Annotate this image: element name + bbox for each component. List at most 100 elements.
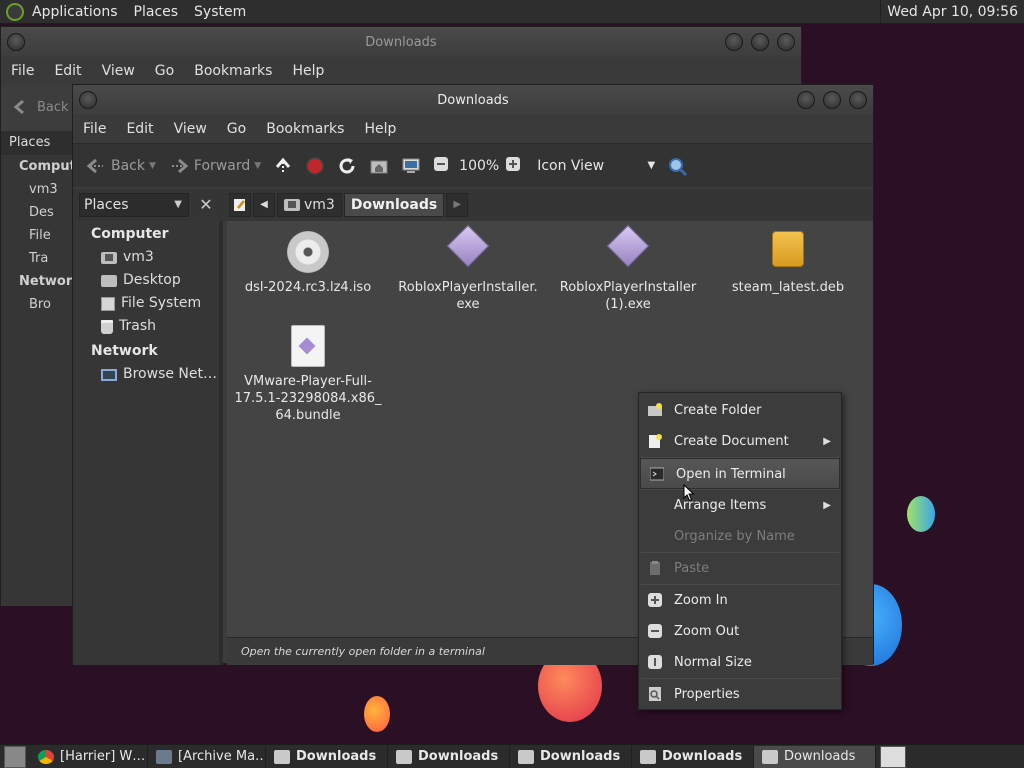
menu-item-zoom-out[interactable]: Zoom Out: [639, 616, 841, 647]
breadcrumb-left-arrow[interactable]: ◀: [253, 193, 275, 217]
window-title: Downloads: [365, 34, 437, 50]
maximize-button[interactable]: [823, 91, 841, 109]
edit-location-button[interactable]: [229, 193, 251, 217]
close-sidebar-button[interactable]: ✕: [195, 193, 217, 217]
zoom-in-icon[interactable]: [505, 156, 525, 176]
sidebar-item-desktop[interactable]: Desktop: [73, 269, 219, 292]
view-mode-dropdown[interactable]: Icon View ▼: [531, 150, 661, 182]
show-desktop-icon[interactable]: [4, 745, 26, 768]
taskbar-item[interactable]: Downloads: [388, 745, 510, 768]
minimize-button[interactable]: [725, 33, 743, 51]
window-menu-button[interactable]: [7, 33, 25, 51]
file-item[interactable]: RobloxPlayerInstaller. exe: [393, 221, 543, 313]
sidebar-item-browse-network[interactable]: Browse Net…: [73, 363, 219, 386]
network-icon: [101, 368, 117, 381]
close-button[interactable]: [849, 91, 867, 109]
sidebar-section-network: Network: [19, 274, 73, 289]
file-item[interactable]: dsl-2024.rc3.lz4.iso: [233, 221, 383, 296]
taskbar-item[interactable]: [Harrier] W…: [30, 745, 148, 768]
sidebar-item-browse-network[interactable]: Bro: [1, 293, 73, 316]
window-menu-button[interactable]: [79, 91, 97, 109]
exe-icon: [446, 224, 490, 275]
panel-menu-applications[interactable]: Applications: [24, 0, 126, 24]
minimize-button[interactable]: [797, 91, 815, 109]
menu-go[interactable]: Go: [217, 121, 256, 137]
sidebar-item-trash[interactable]: Tra: [1, 247, 73, 270]
back-button[interactable]: Back: [79, 150, 151, 182]
menu-view[interactable]: View: [164, 121, 217, 137]
file-item[interactable]: VMware-Player-Full- 17.5.1-23298084.x86_…: [233, 315, 383, 424]
back-button[interactable]: Back: [37, 100, 69, 115]
sidebar-item-trash[interactable]: Trash: [73, 315, 219, 338]
menu-item-arrange-items[interactable]: Arrange Items ▶: [639, 490, 841, 521]
window-titlebar[interactable]: Downloads: [1, 27, 801, 57]
computer-button[interactable]: [395, 150, 427, 182]
taskbar-item[interactable]: Downloads: [632, 745, 754, 768]
menu-file[interactable]: File: [1, 63, 44, 79]
stop-button[interactable]: [299, 150, 331, 182]
menu-bookmarks[interactable]: Bookmarks: [184, 63, 282, 79]
breadcrumb-right-arrow[interactable]: ▶: [446, 193, 469, 217]
sidebar-item-vm3[interactable]: vm3: [1, 178, 73, 201]
menu-bookmarks[interactable]: Bookmarks: [256, 121, 354, 137]
computer-icon: [401, 156, 421, 176]
terminal-icon: [650, 467, 664, 481]
breadcrumb-vm3[interactable]: vm3: [277, 193, 342, 217]
file-item[interactable]: RobloxPlayerInstaller (1).exe: [553, 221, 703, 313]
menubar: File Edit View Go Bookmarks Help: [1, 57, 801, 85]
sidebar-item-label: Browse Net…: [123, 366, 218, 382]
menu-item-create-folder[interactable]: Create Folder: [639, 395, 841, 426]
up-button[interactable]: [267, 150, 299, 182]
folder-icon: [518, 749, 534, 764]
menu-item-zoom-in[interactable]: Zoom In: [639, 585, 841, 616]
taskbar-item-label: Downloads: [540, 749, 621, 764]
file-item[interactable]: steam_latest.deb: [713, 221, 863, 296]
breadcrumb-downloads[interactable]: Downloads: [343, 193, 445, 217]
back-arrow-icon[interactable]: [11, 97, 31, 117]
menu-help[interactable]: Help: [354, 121, 406, 137]
reload-button[interactable]: [331, 150, 363, 182]
menu-go[interactable]: Go: [145, 63, 184, 79]
taskbar-item-active[interactable]: Downloads: [754, 745, 876, 768]
taskbar-item[interactable]: Downloads: [266, 745, 388, 768]
menu-edit[interactable]: Edit: [44, 63, 91, 79]
zoom-level[interactable]: 100%: [459, 158, 499, 174]
window-titlebar[interactable]: Downloads: [73, 85, 873, 115]
zoom-out-icon[interactable]: [433, 156, 453, 176]
desktop-wallpaper-blob: [364, 696, 390, 732]
sidebar-item-vm3[interactable]: vm3: [73, 246, 219, 269]
taskbar-item-label: [Archive Ma…: [178, 749, 266, 764]
search-icon: [667, 156, 688, 176]
menu-view[interactable]: View: [92, 63, 145, 79]
menu-item-create-document[interactable]: Create Document ▶: [639, 426, 841, 457]
distro-logo-icon[interactable]: [6, 2, 24, 21]
zoom-control[interactable]: 100%: [427, 150, 531, 182]
taskbar-item[interactable]: Downloads: [510, 745, 632, 768]
archive-manager-icon: [156, 749, 172, 764]
menu-edit[interactable]: Edit: [116, 121, 163, 137]
workspace-switcher-icon[interactable]: [880, 745, 906, 768]
search-button[interactable]: [661, 150, 693, 182]
maximize-button[interactable]: [751, 33, 769, 51]
sidebar-item-file-system[interactable]: File: [1, 224, 73, 247]
close-button[interactable]: [777, 33, 795, 51]
sidebar-type-select[interactable]: Places ▼: [79, 193, 189, 217]
menu-file[interactable]: File: [73, 121, 116, 137]
home-button[interactable]: [363, 150, 395, 182]
menu-help[interactable]: Help: [282, 63, 334, 79]
menu-item-properties[interactable]: Properties: [639, 679, 841, 710]
sidebar-item-file-system[interactable]: File System: [73, 292, 219, 315]
panel-menu-places[interactable]: Places: [126, 0, 187, 24]
panel-menu-system[interactable]: System: [186, 0, 254, 24]
places-header[interactable]: Places: [1, 131, 73, 155]
forward-label: Forward: [193, 157, 251, 174]
forward-history-dropdown-icon[interactable]: ▼: [254, 161, 261, 171]
taskbar-item[interactable]: [Archive Ma…: [148, 745, 266, 768]
panel-clock[interactable]: Wed Apr 10, 09:56: [880, 0, 1024, 24]
menu-item-open-in-terminal[interactable]: Open in Terminal: [640, 458, 840, 489]
menu-item-normal-size[interactable]: Normal Size: [639, 647, 841, 678]
forward-button[interactable]: Forward: [162, 150, 256, 182]
sidebar-item-desktop[interactable]: Des: [1, 201, 73, 224]
taskbar-item-label: Downloads: [784, 749, 856, 764]
back-history-dropdown-icon[interactable]: ▼: [149, 161, 156, 171]
